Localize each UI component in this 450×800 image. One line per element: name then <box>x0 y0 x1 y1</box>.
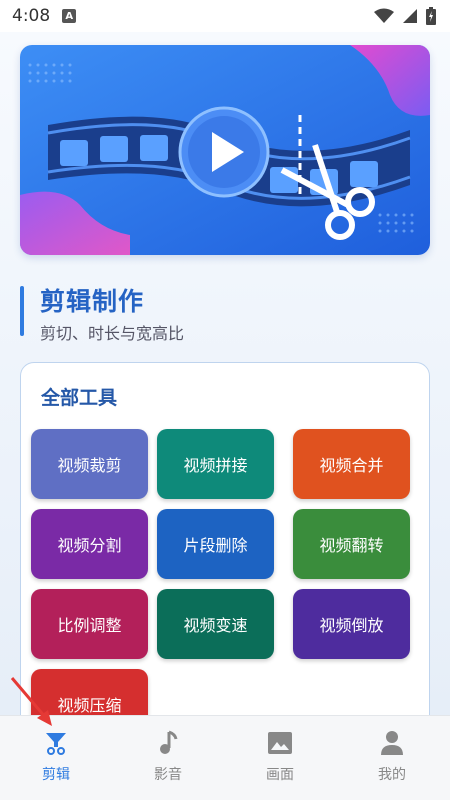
section-title: 剪辑制作 <box>40 287 145 316</box>
status-time: 4:08 <box>12 6 51 26</box>
nav-item-media[interactable]: 影音 <box>112 716 224 800</box>
section-accent-bar <box>20 286 24 336</box>
tools-card: 全部工具 视频裁剪 视频拼接 视频合并视频分割 片段删除 视频翻转比例调整 视频变速 视频倒… <box>20 362 430 742</box>
tool-button[interactable]: 视频拼接 <box>157 429 274 499</box>
nav-label-edit: 剪辑 <box>42 767 70 783</box>
pointer-arrow <box>10 677 52 726</box>
wifi-icon <box>374 8 394 23</box>
battery-icon <box>426 7 436 25</box>
signal-icon <box>403 9 417 23</box>
person-icon <box>380 728 404 758</box>
status-indicators <box>374 7 436 25</box>
section-header: 剪辑制作 剪切、时长与宽高比 <box>20 282 320 343</box>
image-icon <box>267 728 293 758</box>
status-bar: 4:08 A <box>0 0 450 32</box>
section-subtitle: 剪切、时长与宽高比 <box>40 324 185 343</box>
tool-button[interactable]: 视频翻转 <box>293 509 410 579</box>
tools-card-title: 全部工具 <box>41 387 118 409</box>
nav-label-mine: 我的 <box>378 767 406 783</box>
notification-icon: A <box>62 9 77 23</box>
bottom-nav: 剪辑 影音 画面 我的 <box>0 715 450 800</box>
tool-button[interactable]: 视频倒放 <box>293 589 410 659</box>
tool-button[interactable]: 视频变速 <box>157 589 274 659</box>
play-icon <box>178 106 270 198</box>
tool-button[interactable]: 比例调整 <box>31 589 148 659</box>
tool-button[interactable]: 视频合并 <box>293 429 410 499</box>
hero-banner[interactable] <box>20 45 430 255</box>
nav-item-picture[interactable]: 画面 <box>224 716 336 800</box>
nav-label-picture: 画面 <box>266 767 294 783</box>
tool-button[interactable]: 视频分割 <box>31 509 148 579</box>
music-note-icon <box>157 728 179 758</box>
nav-label-media: 影音 <box>154 767 182 783</box>
tool-button[interactable]: 视频裁剪 <box>31 429 148 499</box>
tool-button[interactable]: 片段删除 <box>157 509 274 579</box>
nav-item-mine[interactable]: 我的 <box>336 716 448 800</box>
